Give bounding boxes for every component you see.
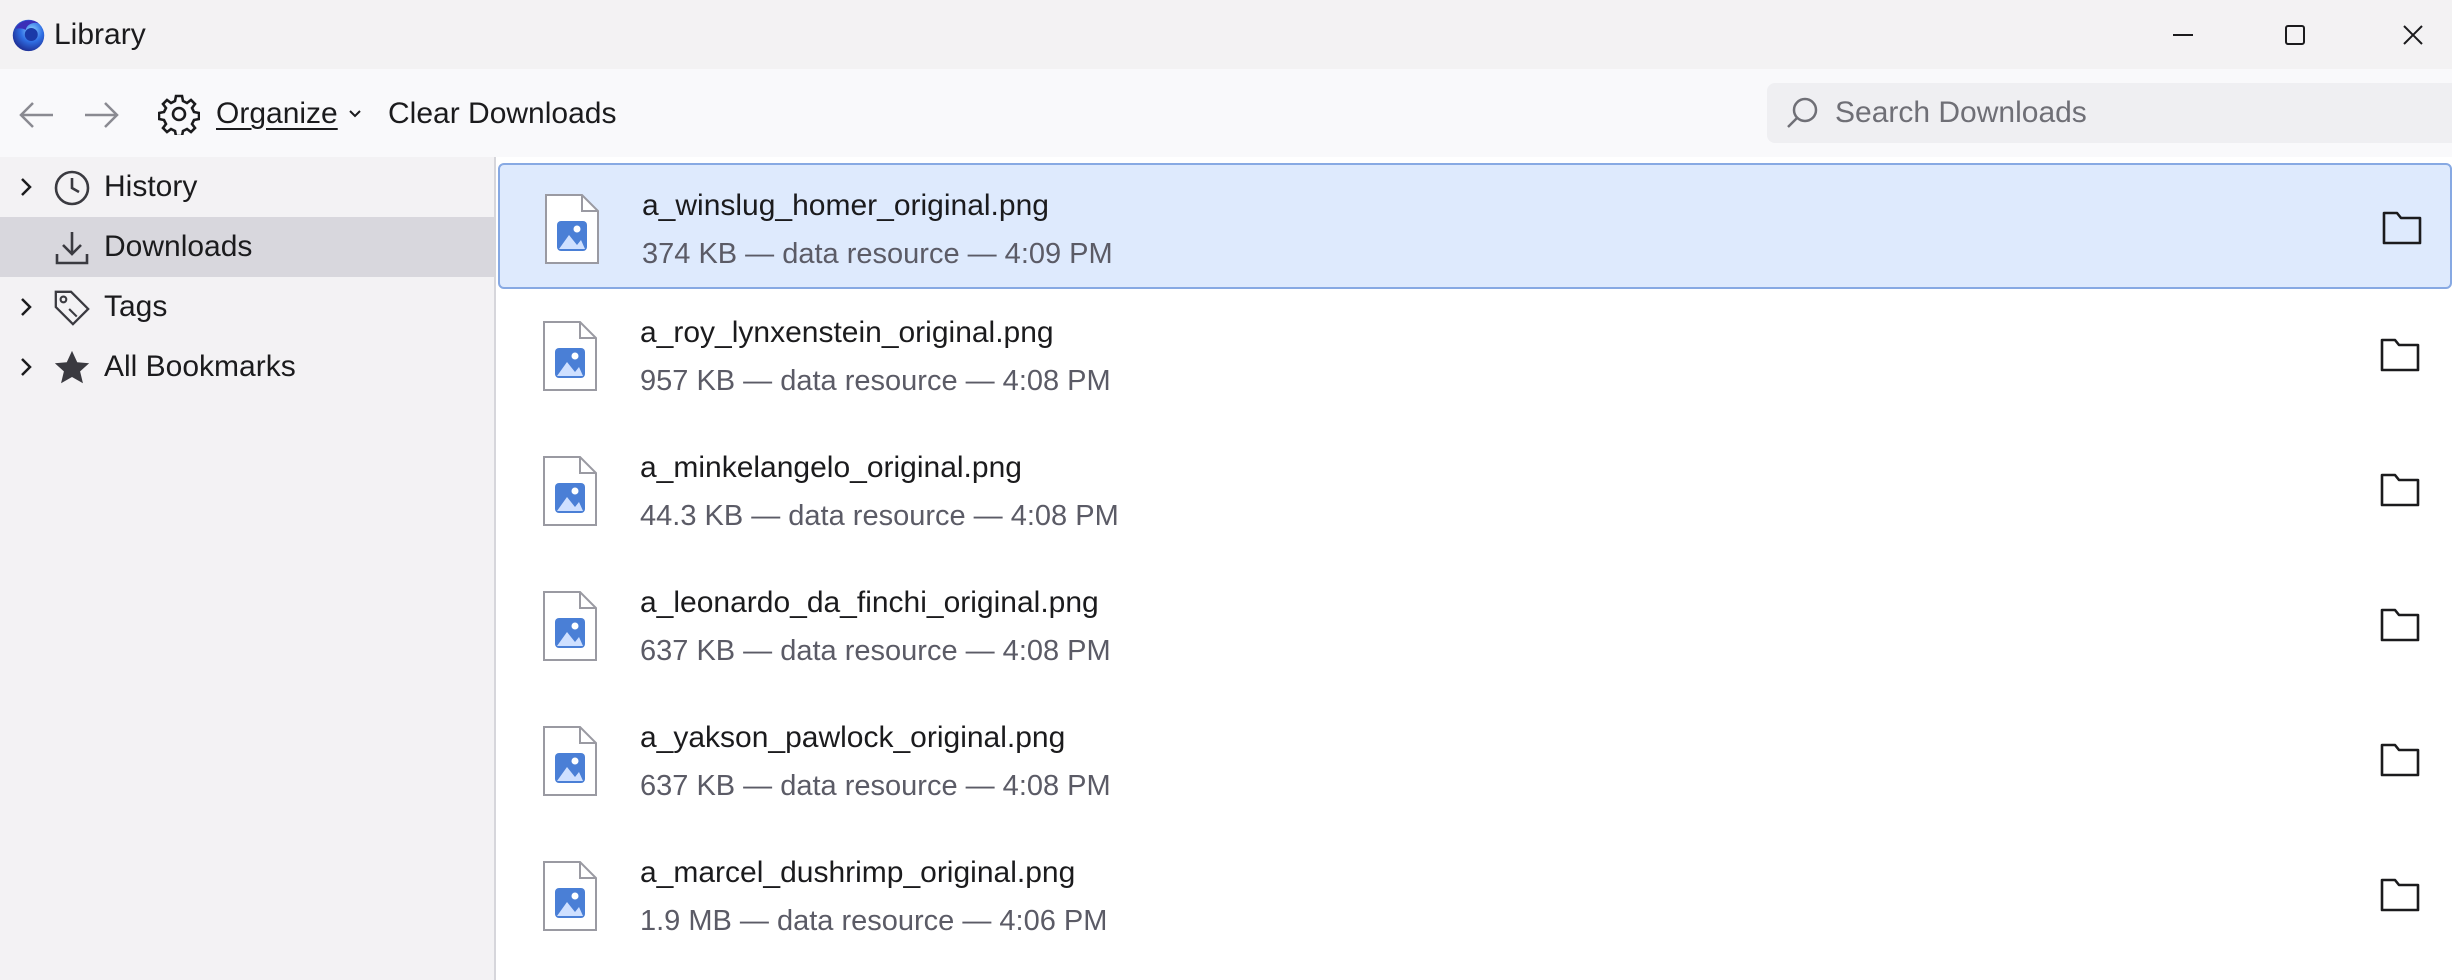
minimize-button[interactable]	[2148, 10, 2218, 60]
folder-icon[interactable]	[2380, 205, 2424, 249]
download-icon	[52, 228, 92, 268]
folder-icon[interactable]	[2378, 737, 2422, 781]
download-item[interactable]: a_leonardo_da_finchi_original.png 637 KB…	[498, 562, 2452, 688]
file-name: a_roy_lynxenstein_original.png	[640, 316, 1054, 349]
file-name: a_winslug_homer_original.png	[642, 189, 1049, 222]
image-file-icon	[545, 194, 599, 264]
sidebar-item-history[interactable]: History	[0, 157, 494, 217]
clear-downloads-button[interactable]: Clear Downloads	[388, 97, 616, 131]
sidebar-item-tags[interactable]: Tags	[0, 277, 494, 337]
folder-icon[interactable]	[2378, 467, 2422, 511]
file-name: a_marcel_dushrimp_original.png	[640, 856, 1076, 889]
clock-icon	[52, 168, 92, 208]
sidebar-item-label: Tags	[104, 290, 168, 323]
file-name: a_minkelangelo_original.png	[640, 451, 1022, 484]
folder-icon[interactable]	[2378, 602, 2422, 646]
chevron-right-icon[interactable]	[14, 355, 38, 379]
close-button[interactable]	[2378, 10, 2448, 60]
file-details: 374 KB — data resource — 4:09 PM	[642, 238, 1113, 270]
file-name: a_yakson_pawlock_original.png	[640, 721, 1066, 754]
download-item[interactable]: a_marcel_dushrimp_original.png 1.9 MB — …	[498, 832, 2452, 958]
file-details: 1.9 MB — data resource — 4:06 PM	[640, 905, 1108, 937]
firefox-logo-icon	[12, 19, 45, 52]
sidebar-item-label: All Bookmarks	[104, 350, 296, 383]
chevron-right-icon[interactable]	[14, 295, 38, 319]
file-details: 957 KB — data resource — 4:08 PM	[640, 365, 1111, 397]
sidebar: History Downloads Tags All Bookmarks	[0, 157, 496, 980]
gear-icon	[158, 94, 200, 135]
arrow-left-icon	[19, 102, 53, 128]
star-icon	[52, 348, 92, 388]
sidebar-item-label: Downloads	[104, 230, 253, 263]
search-box[interactable]	[1767, 83, 2452, 143]
file-details: 637 KB — data resource — 4:08 PM	[640, 635, 1111, 667]
file-details: 44.3 KB — data resource — 4:08 PM	[640, 500, 1119, 532]
sidebar-item-label: History	[104, 170, 198, 203]
sidebar-item-downloads[interactable]: Downloads	[0, 217, 494, 277]
download-item[interactable]: a_minkelangelo_original.png 44.3 KB — da…	[498, 427, 2452, 553]
download-item[interactable]: a_yakson_pawlock_original.png 637 KB — d…	[498, 697, 2452, 823]
minimize-icon	[2173, 34, 2193, 36]
image-file-icon	[543, 726, 597, 796]
chevron-right-icon[interactable]	[14, 175, 38, 199]
search-icon	[1783, 93, 1823, 133]
folder-icon[interactable]	[2378, 332, 2422, 376]
chevron-down-icon	[349, 110, 361, 118]
forward-button[interactable]	[80, 93, 124, 137]
maximize-icon	[2285, 25, 2305, 45]
folder-icon[interactable]	[2378, 872, 2422, 916]
download-item[interactable]: a_winslug_homer_original.png 374 KB — da…	[498, 163, 2452, 289]
file-details: 637 KB — data resource — 4:08 PM	[640, 770, 1111, 802]
image-file-icon	[543, 321, 597, 391]
organize-label: Organize	[216, 97, 338, 130]
search-input[interactable]	[1833, 95, 2337, 131]
organize-button[interactable]: Organize	[158, 91, 362, 137]
download-item[interactable]: a_roy_lynxenstein_original.png 957 KB — …	[498, 292, 2452, 418]
toolbar: Organize Clear Downloads	[0, 69, 2452, 159]
sidebar-item-all-bookmarks[interactable]: All Bookmarks	[0, 337, 494, 397]
close-icon	[2403, 25, 2423, 45]
tag-icon	[52, 288, 92, 328]
downloads-list: a_winslug_homer_original.png 374 KB — da…	[496, 157, 2452, 980]
window-title: Library	[54, 18, 146, 51]
maximize-button[interactable]	[2260, 10, 2330, 60]
image-file-icon	[543, 456, 597, 526]
file-name: a_leonardo_da_finchi_original.png	[640, 586, 1099, 619]
title-bar: Library	[0, 0, 2452, 69]
back-button[interactable]	[14, 93, 58, 137]
image-file-icon	[543, 591, 597, 661]
image-file-icon	[543, 861, 597, 931]
arrow-right-icon	[85, 102, 119, 128]
